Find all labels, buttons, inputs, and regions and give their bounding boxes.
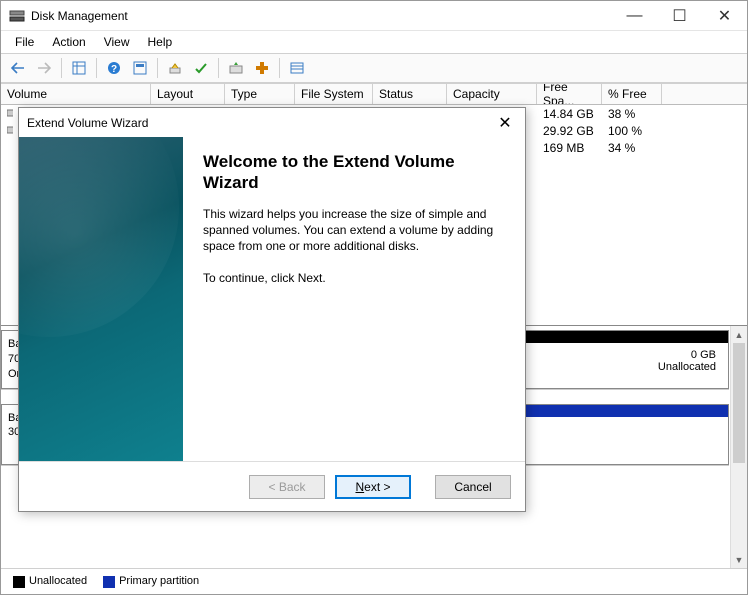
titlebar: Disk Management — ☐ ✕ [1, 1, 747, 31]
cell-free: 29.92 GB [537, 124, 602, 138]
cell-pct: 100 % [602, 124, 662, 138]
back-button[interactable] [7, 57, 29, 79]
wizard-paragraph: To continue, click Next. [203, 270, 505, 286]
swatch-black [13, 576, 25, 588]
wizard-footer: < Back Next > Cancel [19, 461, 525, 511]
cell-pct: 34 % [602, 141, 662, 155]
views-button[interactable] [68, 57, 90, 79]
wizard-content: Welcome to the Extend Volume Wizard This… [183, 137, 525, 461]
menu-help[interactable]: Help [140, 33, 181, 51]
create-button[interactable] [251, 57, 273, 79]
menubar: File Action View Help [1, 31, 747, 53]
scan-button[interactable] [164, 57, 186, 79]
forward-button[interactable] [33, 57, 55, 79]
swatch-blue [103, 576, 115, 588]
col-spacer [662, 84, 747, 104]
help-button[interactable]: ? [103, 57, 125, 79]
settings-button[interactable] [129, 57, 151, 79]
col-type[interactable]: Type [225, 84, 295, 104]
cell-free: 14.84 GB [537, 107, 602, 121]
col-free[interactable]: Free Spa... [537, 84, 602, 104]
cell-free: 169 MB [537, 141, 602, 155]
wizard-paragraph: This wizard helps you increase the size … [203, 206, 505, 255]
toolbar: ? [1, 53, 747, 83]
menu-action[interactable]: Action [44, 33, 93, 51]
next-button[interactable]: Next > [335, 475, 411, 499]
list-button[interactable] [286, 57, 308, 79]
separator [61, 58, 62, 78]
menu-file[interactable]: File [7, 33, 42, 51]
col-pct[interactable]: % Free [602, 84, 662, 104]
app-icon [9, 8, 25, 24]
legend-unallocated: Unallocated [13, 575, 87, 587]
legend: Unallocated Primary partition [1, 568, 747, 594]
separator [218, 58, 219, 78]
separator [157, 58, 158, 78]
minimize-button[interactable]: — [612, 1, 657, 30]
wizard-body: Welcome to the Extend Volume Wizard This… [19, 137, 525, 461]
separator [279, 58, 280, 78]
wizard-banner [19, 137, 183, 461]
cell-pct: 38 % [602, 107, 662, 121]
vertical-scrollbar[interactable]: ▲ ▼ [730, 326, 747, 568]
maximize-button[interactable]: ☐ [657, 1, 702, 30]
check-button[interactable] [190, 57, 212, 79]
col-status[interactable]: Status [373, 84, 447, 104]
wizard-close-button[interactable]: ✕ [493, 111, 517, 135]
scroll-up-icon[interactable]: ▲ [731, 326, 747, 343]
rescan-button[interactable] [225, 57, 247, 79]
close-icon: ✕ [498, 113, 511, 133]
window-title: Disk Management [31, 9, 612, 23]
scroll-down-icon[interactable]: ▼ [731, 551, 747, 568]
col-layout[interactable]: Layout [151, 84, 225, 104]
col-fs[interactable]: File System [295, 84, 373, 104]
scroll-thumb[interactable] [733, 343, 745, 463]
extend-volume-wizard-dialog: Extend Volume Wizard ✕ Welcome to the Ex… [18, 107, 526, 512]
separator [96, 58, 97, 78]
cancel-button[interactable]: Cancel [435, 475, 511, 499]
back-button: < Back [249, 475, 325, 499]
wizard-heading: Welcome to the Extend Volume Wizard [203, 151, 505, 194]
svg-text:?: ? [111, 64, 117, 75]
menu-view[interactable]: View [96, 33, 138, 51]
legend-primary: Primary partition [103, 575, 199, 587]
col-capacity[interactable]: Capacity [447, 84, 537, 104]
close-button[interactable]: ✕ [702, 1, 747, 30]
